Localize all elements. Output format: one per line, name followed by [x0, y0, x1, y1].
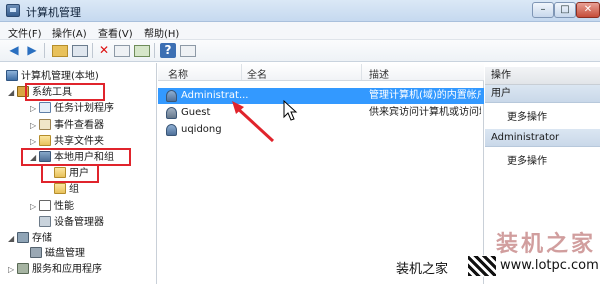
- red-arrow-icon: [232, 101, 275, 143]
- expand-arrow-icon[interactable]: ▷: [30, 118, 39, 133]
- expand-arrow-icon[interactable]: ▷: [30, 101, 39, 116]
- computer-management-icon: [6, 4, 20, 17]
- maximize-button[interactable]: □: [554, 2, 576, 18]
- tree-item-task-scheduler[interactable]: ▷ 任务计划程序: [30, 101, 114, 116]
- user-list-pane: 名称 全名 描述 Administrat... 管理计算机(域)的内置帐户 Gu…: [158, 63, 484, 284]
- menu-file[interactable]: 文件(F): [8, 25, 42, 40]
- highlight-box-system-tools: [25, 83, 105, 101]
- watermark-stripe: [468, 256, 496, 276]
- expand-arrow-icon[interactable]: ▷: [8, 262, 17, 277]
- watermark-logo: 装机之家: [496, 231, 597, 257]
- watermark-text: 装机之家: [396, 262, 449, 277]
- title-bar: 计算机管理 – □ ✕: [0, 0, 600, 22]
- tree-item-root[interactable]: 计算机管理(本地): [6, 69, 99, 84]
- menu-help[interactable]: 帮助(H): [144, 25, 179, 40]
- show-hide-tree-icon[interactable]: [72, 45, 88, 57]
- tree-item-device-manager[interactable]: 设备管理器: [39, 215, 104, 230]
- highlight-box-users: [41, 164, 99, 183]
- tree-item-groups[interactable]: 组: [54, 182, 79, 197]
- toolbar-separator: [92, 43, 93, 58]
- clock-icon: [39, 102, 51, 113]
- navigation-tree: 计算机管理(本地) ◢ 系统工具 ▷ 任务计划程序 ▷ 事件查看器 ▷ 共享文件夹 ◢ 本…: [0, 63, 157, 284]
- actions-header: 操作: [485, 67, 600, 85]
- export-list-icon[interactable]: [134, 45, 150, 57]
- mouse-cursor-icon: [283, 99, 298, 121]
- help-icon[interactable]: ?: [160, 43, 176, 58]
- disk-icon: [30, 247, 42, 258]
- back-icon[interactable]: ◀: [6, 43, 22, 58]
- services-icon: [17, 263, 29, 274]
- storage-icon: [17, 232, 29, 243]
- tree-item-services-apps[interactable]: ▷ 服务和应用程序: [8, 262, 102, 277]
- annotation-overlay: [232, 99, 298, 143]
- window-title: 计算机管理: [26, 6, 81, 19]
- delete-icon[interactable]: ✕: [96, 43, 112, 58]
- expand-arrow-icon[interactable]: ▷: [30, 199, 39, 214]
- close-button[interactable]: ✕: [576, 2, 600, 18]
- toolbar-separator: [44, 43, 45, 58]
- tree-item-event-viewer[interactable]: ▷ 事件查看器: [30, 118, 104, 133]
- performance-icon: [39, 200, 51, 211]
- watermark-url: www.lotpc.com: [500, 258, 599, 273]
- actions-section-users[interactable]: 用户: [485, 85, 600, 103]
- tree-item-disk-management[interactable]: 磁盘管理: [30, 246, 85, 261]
- tree-item-storage[interactable]: ◢ 存储: [8, 231, 52, 246]
- expand-arrow-icon[interactable]: ▷: [30, 134, 39, 149]
- up-folder-icon[interactable]: [52, 45, 68, 57]
- more-actions-link[interactable]: 更多操作: [507, 108, 547, 123]
- computer-icon: [6, 70, 18, 81]
- minimize-button[interactable]: –: [532, 2, 554, 18]
- properties-icon[interactable]: [114, 45, 130, 57]
- collapse-arrow-icon[interactable]: ◢: [8, 85, 17, 100]
- shared-folder-icon: [39, 135, 51, 146]
- toolbar-separator: [154, 43, 155, 58]
- view-icon[interactable]: [180, 45, 196, 57]
- menu-bar: 文件(F) 操作(A) 查看(V) 帮助(H): [0, 22, 600, 40]
- device-manager-icon: [39, 216, 51, 227]
- more-actions-link[interactable]: 更多操作: [507, 152, 547, 167]
- forward-icon[interactable]: ▶: [24, 43, 40, 58]
- actions-section-administrator[interactable]: Administrator: [485, 129, 600, 147]
- menu-action[interactable]: 操作(A): [52, 25, 87, 40]
- folder-icon: [54, 183, 66, 194]
- tree-item-performance[interactable]: ▷ 性能: [30, 199, 74, 214]
- toolbar: ◀ ▶ ✕ ?: [0, 40, 600, 62]
- tree-item-shared-folders[interactable]: ▷ 共享文件夹: [30, 134, 104, 149]
- menu-view[interactable]: 查看(V): [98, 25, 133, 40]
- event-log-icon: [39, 119, 51, 130]
- collapse-arrow-icon[interactable]: ◢: [8, 231, 17, 246]
